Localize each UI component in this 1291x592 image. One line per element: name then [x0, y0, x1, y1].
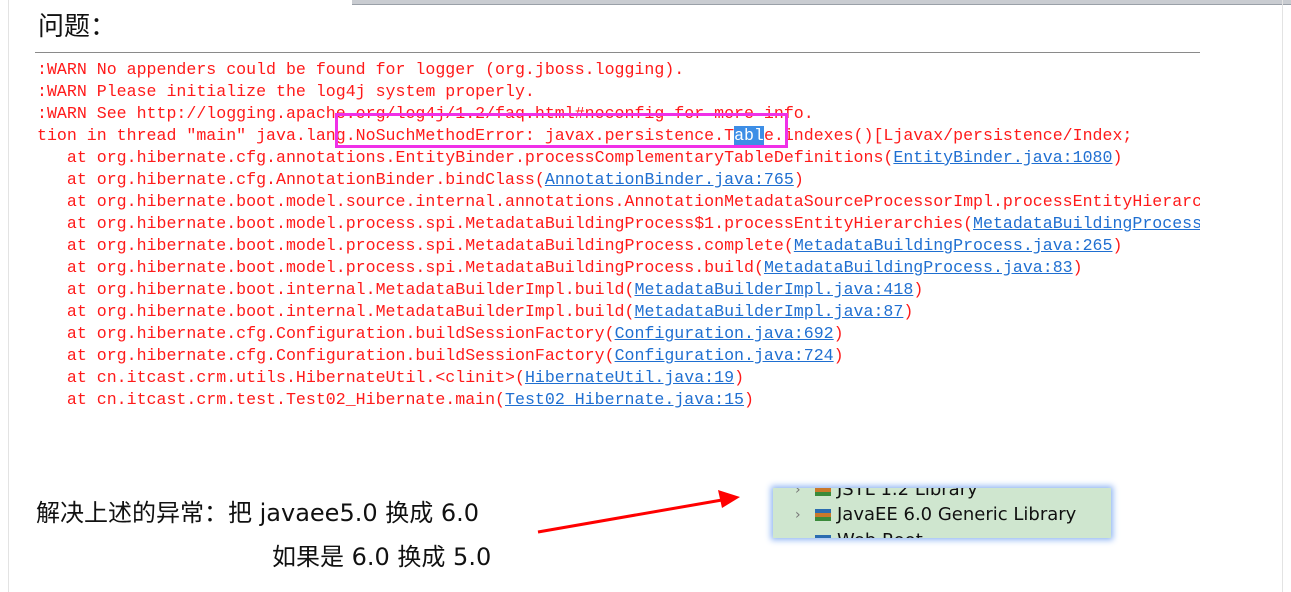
- tree-item-javaee[interactable]: › JavaEE 6.0 Generic Library: [795, 504, 1076, 525]
- chevron-right-icon[interactable]: ›: [795, 488, 809, 498]
- tree-item-label: JavaEE 6.0 Generic Library: [837, 504, 1077, 525]
- tree-item-label: Web Root: [837, 530, 923, 538]
- chevron-right-icon[interactable]: ›: [795, 507, 809, 523]
- tree-item-webroot[interactable]: Web Root: [795, 530, 923, 538]
- library-icon: [815, 508, 831, 521]
- tree-item-label: JSTL 1.2 Library: [837, 488, 978, 500]
- tree-item-jstl[interactable]: › JSTL 1.2 Library: [795, 488, 978, 500]
- library-icon: [815, 488, 831, 496]
- library-tree-panel: › JSTL 1.2 Library › JavaEE 6.0 Generic …: [773, 488, 1111, 538]
- folder-icon: [815, 534, 831, 538]
